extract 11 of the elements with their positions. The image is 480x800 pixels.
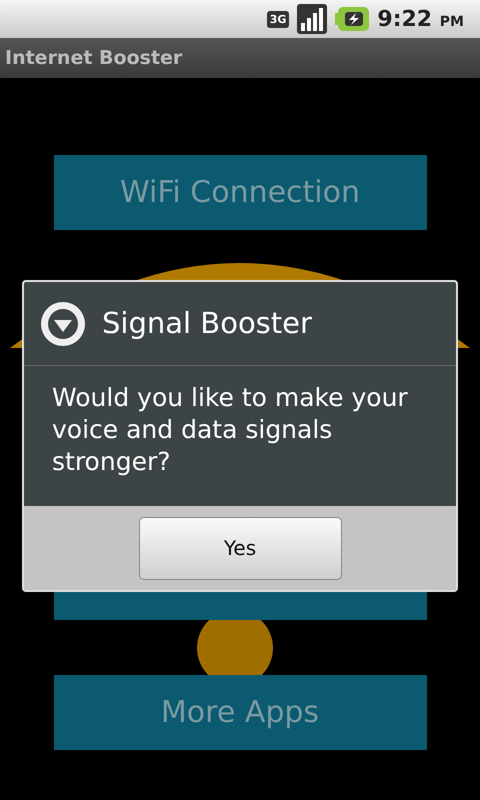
dialog-message: Would you like to make your voice and data signals stronger? — [52, 382, 409, 478]
clock: 9:22 PM — [377, 6, 464, 34]
dropdown-icon — [40, 300, 86, 346]
app-title: Internet Booster — [5, 46, 182, 71]
menu-button[interactable]: More Apps — [54, 675, 426, 750]
yes-button[interactable]: Yes — [138, 516, 342, 580]
network-type-icon: 3G — [266, 10, 290, 28]
menu-button[interactable]: WiFi Connection — [54, 155, 426, 230]
dialog-title: Signal Booster — [102, 304, 312, 342]
signal-icon — [297, 4, 328, 34]
battery-charging-icon — [335, 7, 370, 31]
